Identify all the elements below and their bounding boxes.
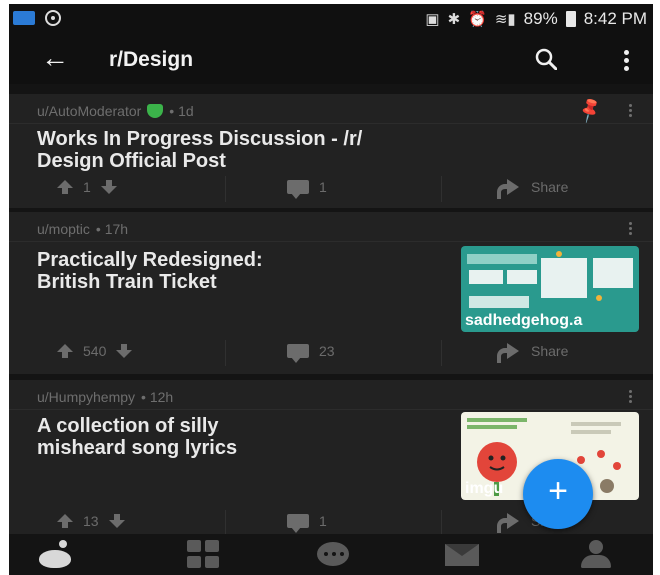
downvote-icon[interactable] xyxy=(108,514,125,528)
upvote-icon[interactable] xyxy=(57,514,73,528)
comments-button[interactable]: 1 xyxy=(287,513,327,533)
share-label: Share xyxy=(531,179,569,195)
divider xyxy=(441,340,442,366)
page-title: r/Design xyxy=(109,48,194,71)
bluetooth-icon: ✱ xyxy=(447,11,461,28)
comment-icon xyxy=(287,344,309,363)
post-options-icon[interactable] xyxy=(629,390,633,405)
share-icon xyxy=(497,179,519,199)
vote-count: 13 xyxy=(83,513,99,529)
pin-icon: 📌 xyxy=(574,95,605,125)
share-button[interactable]: Share xyxy=(497,343,569,363)
comment-count: 1 xyxy=(319,513,327,529)
status-bar: ▣ ✱ ⏰ ≋▮ 89% 8:42 PM xyxy=(9,4,653,34)
divider xyxy=(9,84,653,94)
post-actions: 540 23 Share xyxy=(9,336,653,370)
app-screen: ▣ ✱ ⏰ ≋▮ 89% 8:42 PM ← r/Design u/AutoMo… xyxy=(9,4,653,575)
post-card[interactable]: u/moptic • 17h Practically Redesigned: B… xyxy=(9,212,653,374)
thumbnail-domain: sadhedgehog.a xyxy=(465,312,583,329)
vote-count: 1 xyxy=(83,179,91,195)
bottom-navigation xyxy=(9,534,653,575)
comment-icon xyxy=(287,180,309,199)
comments-button[interactable]: 23 xyxy=(287,343,335,363)
post-meta: u/Humpyhempy • 12h xyxy=(37,389,173,405)
vote-controls: 1 xyxy=(57,179,117,195)
notification-app-icon xyxy=(13,11,35,25)
app-bar: ← r/Design xyxy=(9,34,653,84)
overflow-menu-icon[interactable] xyxy=(624,50,630,71)
upvote-icon[interactable] xyxy=(57,344,73,358)
vote-count: 540 xyxy=(83,343,107,359)
post-age: • 12h xyxy=(141,389,174,405)
post-title[interactable]: Practically Redesigned: British Train Ti… xyxy=(37,249,263,293)
divider xyxy=(225,510,226,536)
plus-icon: + xyxy=(548,472,568,510)
post-title[interactable]: A collection of silly misheard song lyri… xyxy=(37,415,237,459)
sync-icon xyxy=(45,10,61,26)
divider xyxy=(441,510,442,536)
battery-icon xyxy=(565,11,576,27)
post-age: • 17h xyxy=(95,221,129,237)
divider xyxy=(9,241,653,242)
post-author[interactable]: u/AutoModerator xyxy=(37,103,141,119)
battery-percent: 89% xyxy=(523,9,558,28)
post-options-icon[interactable] xyxy=(629,222,633,237)
home-icon[interactable] xyxy=(37,540,73,568)
downvote-icon[interactable] xyxy=(116,344,133,358)
share-icon xyxy=(497,343,519,363)
post-age: • 1d xyxy=(169,103,194,119)
share-button[interactable]: Share xyxy=(497,179,569,199)
post-author[interactable]: u/moptic xyxy=(37,221,90,237)
post-meta: u/AutoModerator • 1d xyxy=(37,103,194,119)
post-title-line: Practically Redesigned: xyxy=(37,249,263,271)
share-icon xyxy=(497,513,519,533)
post-meta: u/moptic • 17h xyxy=(37,221,128,237)
alarm-icon: ⏰ xyxy=(468,11,487,28)
post-thumbnail[interactable]: sadhedgehog.a xyxy=(461,246,639,332)
divider xyxy=(441,176,442,202)
post-author[interactable]: u/Humpyhempy xyxy=(37,389,135,405)
post-title[interactable]: Works In Progress Discussion - /r/ Desig… xyxy=(37,128,362,172)
vote-controls: 13 xyxy=(57,513,125,529)
grid-icon[interactable] xyxy=(187,540,223,568)
wifi-signal-icon: ≋▮ xyxy=(494,11,516,28)
comment-count: 23 xyxy=(319,343,335,359)
search-icon[interactable] xyxy=(535,48,557,70)
vote-controls: 540 xyxy=(57,343,133,359)
downvote-icon[interactable] xyxy=(100,180,117,194)
divider xyxy=(225,340,226,366)
post-title-line: misheard song lyrics xyxy=(37,437,238,459)
share-label: Share xyxy=(531,343,569,359)
divider xyxy=(9,409,653,410)
divider xyxy=(225,176,226,202)
post-title-line: A collection of silly xyxy=(37,415,219,437)
profile-icon[interactable] xyxy=(579,540,615,568)
post-card[interactable]: u/AutoModerator • 1d 📌 Works In Progress… xyxy=(9,94,653,208)
thumbnail-domain: imgu xyxy=(465,480,504,497)
post-options-icon[interactable] xyxy=(629,104,633,119)
mail-icon[interactable] xyxy=(445,540,481,568)
post-title-line: British Train Ticket xyxy=(37,271,217,293)
post-title-line: Design Official Post xyxy=(37,150,226,172)
post-title-line: Works In Progress Discussion - /r/ xyxy=(37,128,363,150)
nfc-icon: ▣ xyxy=(425,11,440,28)
upvote-icon[interactable] xyxy=(57,180,73,194)
divider xyxy=(9,123,653,124)
back-arrow-icon[interactable]: ← xyxy=(41,44,69,72)
comment-icon xyxy=(287,514,309,533)
post-actions: 1 1 Share xyxy=(9,172,653,206)
moderator-shield-icon xyxy=(147,104,164,118)
chat-icon[interactable] xyxy=(315,540,351,568)
create-post-button[interactable]: + xyxy=(523,459,593,529)
comment-count: 1 xyxy=(319,179,327,195)
clock: 8:42 PM xyxy=(583,9,647,28)
comments-button[interactable]: 1 xyxy=(287,179,327,199)
